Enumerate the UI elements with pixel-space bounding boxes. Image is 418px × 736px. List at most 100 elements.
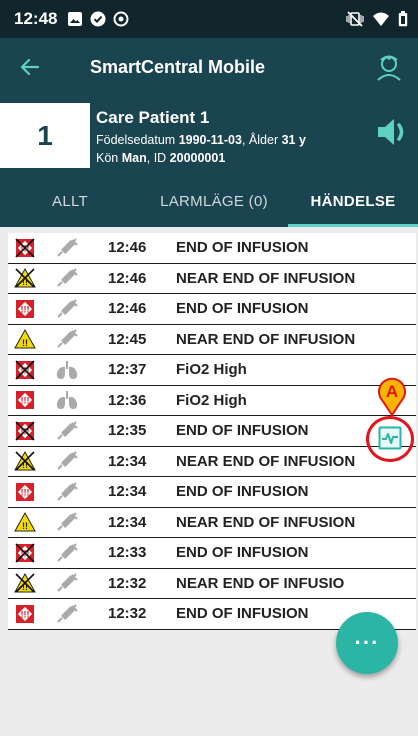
high-priority-alarm-icon: !!! bbox=[15, 238, 35, 258]
event-row[interactable]: !!! 12:33 END OF INFUSION bbox=[8, 538, 416, 569]
battery-icon bbox=[398, 11, 408, 27]
medium-priority-alarm-icon: !! bbox=[14, 451, 36, 471]
tab-bar: ALLT LARMLÄGE (0) HÄNDELSE bbox=[0, 175, 418, 227]
at-notification-icon bbox=[113, 11, 129, 27]
event-time: 12:32 bbox=[108, 605, 147, 623]
more-actions-button[interactable]: ··· bbox=[336, 612, 398, 674]
tab-all[interactable]: ALLT bbox=[0, 175, 140, 227]
high-priority-alarm-icon: !!! bbox=[16, 604, 34, 623]
event-time: 12:35 bbox=[108, 422, 147, 440]
back-button[interactable] bbox=[0, 38, 58, 96]
syringe-icon bbox=[57, 238, 78, 257]
event-message: FiO2 High bbox=[176, 391, 247, 409]
tab-alarm-mode[interactable]: LARMLÄGE (0) bbox=[140, 175, 288, 227]
syringe-icon bbox=[57, 543, 78, 562]
event-row[interactable]: !! 12:46 NEAR END OF INFUSION bbox=[8, 263, 416, 294]
arrow-left-icon bbox=[20, 58, 39, 76]
high-priority-alarm-icon: !!! bbox=[15, 421, 35, 441]
status-time: 12:48 bbox=[14, 9, 58, 28]
event-row[interactable]: !! 12:34 NEAR END OF INFUSION bbox=[8, 507, 416, 538]
event-message: END OF INFUSION bbox=[176, 544, 309, 562]
wifi-icon bbox=[373, 12, 389, 26]
event-list[interactable]: !!! 12:46 END OF INFUSION!! 12:46 NEAR END O… bbox=[8, 233, 416, 630]
high-priority-alarm-icon: !!! bbox=[16, 482, 34, 501]
event-row[interactable]: !!! 12:35 END OF INFUSION bbox=[8, 416, 416, 447]
event-message: NEAR END OF INFUSION bbox=[176, 330, 356, 348]
age-label: Ålder bbox=[248, 133, 279, 147]
dob-label: Födelsedatum bbox=[96, 133, 176, 147]
event-time: 12:36 bbox=[108, 391, 147, 409]
high-priority-alarm-icon: !!! bbox=[16, 299, 34, 318]
medium-priority-alarm-icon: !! bbox=[14, 573, 36, 593]
svg-text:!!!: !!! bbox=[21, 396, 30, 406]
syringe-icon bbox=[57, 329, 78, 348]
medium-priority-alarm-icon: !! bbox=[14, 268, 36, 288]
syringe-icon bbox=[57, 482, 78, 501]
svg-text:!!: !! bbox=[22, 521, 28, 531]
event-message: END OF INFUSION bbox=[176, 300, 309, 318]
high-priority-alarm-icon: !!! bbox=[15, 360, 35, 380]
event-row[interactable]: !!! 12:36 FiO2 High bbox=[8, 385, 416, 416]
event-time: 12:34 bbox=[108, 483, 147, 501]
callout-a-marker: A bbox=[378, 377, 406, 416]
sex-label: Kön bbox=[96, 151, 119, 165]
event-time: 12:34 bbox=[108, 513, 147, 531]
callout-label: A bbox=[386, 382, 398, 401]
syringe-icon bbox=[57, 512, 78, 531]
event-time: 12:46 bbox=[108, 239, 147, 257]
check-notification-icon bbox=[90, 11, 106, 27]
svg-text:!!: !! bbox=[22, 338, 28, 348]
syringe-icon bbox=[57, 451, 78, 470]
id-value: 20000001 bbox=[169, 151, 226, 165]
event-time: 12:46 bbox=[108, 269, 147, 287]
svg-text:!!!: !!! bbox=[21, 304, 30, 314]
vibrate-off-icon bbox=[346, 11, 364, 27]
event-message: NEAR END OF INFUSIO bbox=[176, 574, 345, 592]
patient-header: 1 Care Patient 1 Födelsedatum 1990-11-03… bbox=[0, 96, 418, 175]
event-message: NEAR END OF INFUSION bbox=[176, 269, 356, 287]
id-label: ID bbox=[153, 151, 167, 165]
nurse-profile-icon[interactable] bbox=[374, 52, 404, 82]
lungs-icon bbox=[56, 360, 78, 379]
high-priority-alarm-icon: !!! bbox=[16, 391, 34, 410]
bed-number[interactable]: 1 bbox=[0, 103, 90, 168]
event-message: END OF INFUSION bbox=[176, 239, 309, 257]
event-row[interactable]: !!! 12:34 END OF INFUSION bbox=[8, 477, 416, 508]
vital-chart-icon[interactable] bbox=[378, 426, 402, 450]
patient-name: Care Patient 1 bbox=[96, 108, 210, 127]
event-time: 12:34 bbox=[108, 452, 147, 470]
patient-sex-id: Kön Man, ID 20000001 bbox=[96, 151, 226, 165]
patient-info: Care Patient 1 Födelsedatum 1990-11-03, … bbox=[96, 108, 306, 167]
app-bar: SmartCentral Mobile bbox=[0, 38, 418, 96]
event-message: NEAR END OF INFUSION bbox=[176, 513, 356, 531]
lungs-icon bbox=[56, 391, 78, 410]
event-message: END OF INFUSION bbox=[176, 483, 309, 501]
event-message: END OF INFUSION bbox=[176, 605, 309, 623]
app-title: SmartCentral Mobile bbox=[90, 56, 266, 77]
high-priority-alarm-icon: !!! bbox=[15, 543, 35, 563]
event-time: 12:37 bbox=[108, 361, 147, 379]
speaker-icon[interactable] bbox=[374, 114, 410, 150]
syringe-icon bbox=[57, 299, 78, 318]
event-time: 12:33 bbox=[108, 544, 147, 562]
event-message: END OF INFUSION bbox=[176, 422, 309, 440]
medium-priority-alarm-icon: !! bbox=[14, 329, 36, 349]
event-row[interactable]: !! 12:34 NEAR END OF INFUSION bbox=[8, 446, 416, 477]
event-row[interactable]: !!! 12:46 END OF INFUSION bbox=[8, 294, 416, 325]
event-time: 12:32 bbox=[108, 574, 147, 592]
patient-dob-age: Födelsedatum 1990-11-03, Ålder 31 y bbox=[96, 133, 306, 147]
event-row[interactable]: !!! 12:46 END OF INFUSION bbox=[8, 233, 416, 264]
syringe-icon bbox=[57, 421, 78, 440]
event-message: FiO2 High bbox=[176, 361, 247, 379]
svg-text:!!!: !!! bbox=[21, 487, 30, 497]
event-message: NEAR END OF INFUSION bbox=[176, 452, 356, 470]
event-time: 12:46 bbox=[108, 300, 147, 318]
gallery-notification-icon bbox=[68, 12, 83, 26]
age-value: 31 y bbox=[281, 133, 306, 147]
event-row[interactable]: !! 12:45 NEAR END OF INFUSION bbox=[8, 324, 416, 355]
medium-priority-alarm-icon: !! bbox=[14, 512, 36, 532]
tab-events[interactable]: HÄNDELSE bbox=[288, 175, 418, 227]
event-row[interactable]: !!! 12:37 FiO2 High bbox=[8, 355, 416, 386]
syringe-icon bbox=[57, 268, 78, 287]
event-row[interactable]: !! 12:32 NEAR END OF INFUSIO bbox=[8, 568, 416, 599]
